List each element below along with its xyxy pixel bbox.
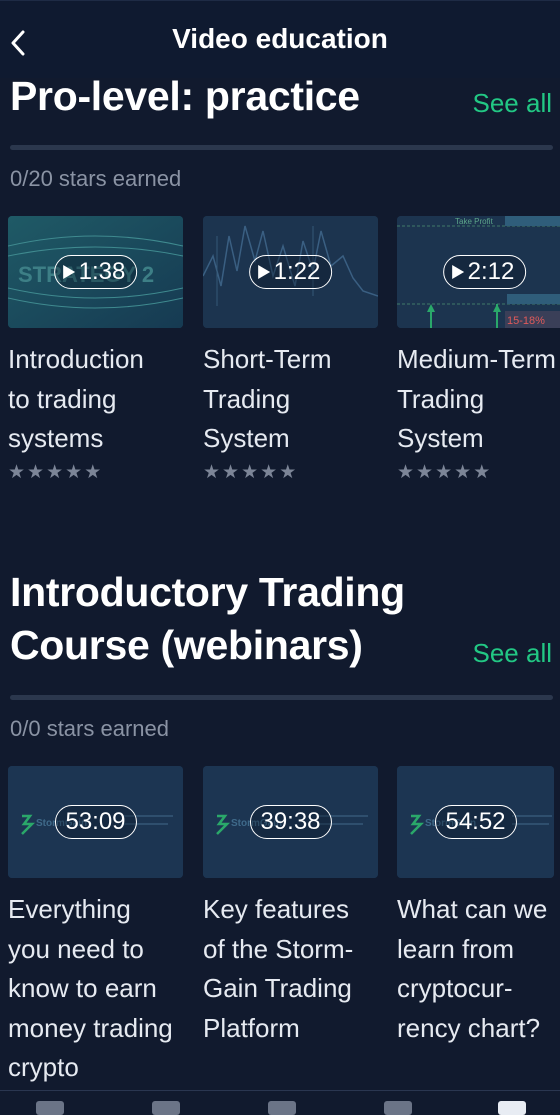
tab-icon[interactable] bbox=[498, 1101, 526, 1115]
star-icon: ★ bbox=[397, 461, 415, 483]
tab-icon[interactable] bbox=[36, 1101, 64, 1115]
stars-earned-text: 0/0 stars earned bbox=[10, 716, 169, 741]
star-icon: ★ bbox=[203, 461, 221, 483]
star-icon: ★ bbox=[435, 461, 453, 483]
star-icon: ★ bbox=[473, 461, 491, 483]
star-icon: ★ bbox=[454, 461, 472, 483]
video-card[interactable]: StormGain 53:09 Everything you need to k… bbox=[8, 766, 183, 1088]
stars-progress-bar bbox=[10, 695, 553, 700]
star-icon: ★ bbox=[27, 461, 45, 483]
duration-badge: 53:09 bbox=[54, 805, 137, 839]
video-card[interactable]: Take Profit 15-18% 2:12 Medium-Term Trad… bbox=[397, 216, 560, 483]
stars-earned-text: 0/20 stars earned bbox=[10, 166, 182, 191]
duration-badge: 1:38 bbox=[53, 255, 138, 289]
duration-text: 39:38 bbox=[260, 808, 321, 835]
duration-text: 1:22 bbox=[273, 258, 321, 285]
video-thumbnail[interactable]: 1:22 bbox=[203, 216, 378, 328]
play-icon bbox=[451, 265, 464, 279]
duration-text: 2:12 bbox=[467, 258, 515, 285]
stars-progress-bar bbox=[10, 145, 553, 150]
star-icon: ★ bbox=[8, 461, 26, 483]
star-rating: ★ ★ ★ ★ ★ bbox=[203, 461, 378, 483]
page-title: Video education bbox=[172, 23, 388, 54]
tab-icon[interactable] bbox=[384, 1101, 412, 1115]
video-title[interactable]: Introduction to trading systems bbox=[8, 340, 183, 459]
video-title[interactable]: What can we learn from cryptocur- rency … bbox=[397, 890, 560, 1048]
app-header: Video education bbox=[0, 0, 560, 78]
video-card[interactable]: StormGain 54:52 What can we learn from c… bbox=[397, 766, 560, 1048]
play-icon bbox=[62, 265, 75, 279]
duration-text: 54:52 bbox=[445, 808, 506, 835]
play-icon bbox=[257, 265, 270, 279]
video-card[interactable]: StormGain 39:38 Key features of the Stor… bbox=[203, 766, 378, 1048]
thumbnail-percent-text: 15-18% bbox=[507, 315, 545, 327]
video-card[interactable]: 1:22 Short-Term Trading System ★ ★ ★ ★ ★ bbox=[203, 216, 378, 483]
section-title: Introductory Trading Course (webinars) bbox=[10, 569, 405, 668]
see-all-link[interactable]: See all bbox=[473, 638, 553, 669]
video-thumbnail[interactable]: StormGain 54:52 bbox=[397, 766, 554, 878]
star-icon: ★ bbox=[416, 461, 434, 483]
duration-text: 53:09 bbox=[65, 808, 126, 835]
star-icon: ★ bbox=[65, 461, 83, 483]
duration-badge: 2:12 bbox=[442, 255, 527, 289]
star-rating: ★ ★ ★ ★ ★ bbox=[397, 461, 560, 483]
duration-text: 1:38 bbox=[78, 258, 126, 285]
thumbnail-takeprofit-text: Take Profit bbox=[455, 217, 494, 226]
duration-badge: 1:22 bbox=[248, 255, 333, 289]
tab-icon[interactable] bbox=[268, 1101, 296, 1115]
star-icon: ★ bbox=[279, 461, 297, 483]
star-icon: ★ bbox=[260, 461, 278, 483]
video-thumbnail[interactable]: STRATEGY 2 1:38 bbox=[8, 216, 183, 328]
star-icon: ★ bbox=[46, 461, 64, 483]
section-title: Pro-level: practice bbox=[10, 73, 360, 119]
bottom-navigation bbox=[0, 1090, 560, 1115]
video-title[interactable]: Everything you need to know to earn mone… bbox=[8, 890, 183, 1088]
tab-icon[interactable] bbox=[152, 1101, 180, 1115]
video-title[interactable]: Medium-Term Trading System bbox=[397, 340, 560, 459]
duration-badge: 54:52 bbox=[434, 805, 517, 839]
see-all-link[interactable]: See all bbox=[473, 88, 553, 119]
video-thumbnail[interactable]: StormGain 53:09 bbox=[8, 766, 183, 878]
star-rating: ★ ★ ★ ★ ★ bbox=[8, 461, 183, 483]
star-icon: ★ bbox=[241, 461, 259, 483]
star-icon: ★ bbox=[222, 461, 240, 483]
star-icon: ★ bbox=[84, 461, 102, 483]
duration-badge: 39:38 bbox=[249, 805, 332, 839]
video-thumbnail[interactable]: StormGain 39:38 bbox=[203, 766, 378, 878]
video-title[interactable]: Key features of the Storm- Gain Trading … bbox=[203, 890, 378, 1048]
video-card[interactable]: STRATEGY 2 1:38 Introduction to trading … bbox=[8, 216, 183, 483]
video-title[interactable]: Short-Term Trading System bbox=[203, 340, 378, 459]
video-thumbnail[interactable]: Take Profit 15-18% 2:12 bbox=[397, 216, 560, 328]
